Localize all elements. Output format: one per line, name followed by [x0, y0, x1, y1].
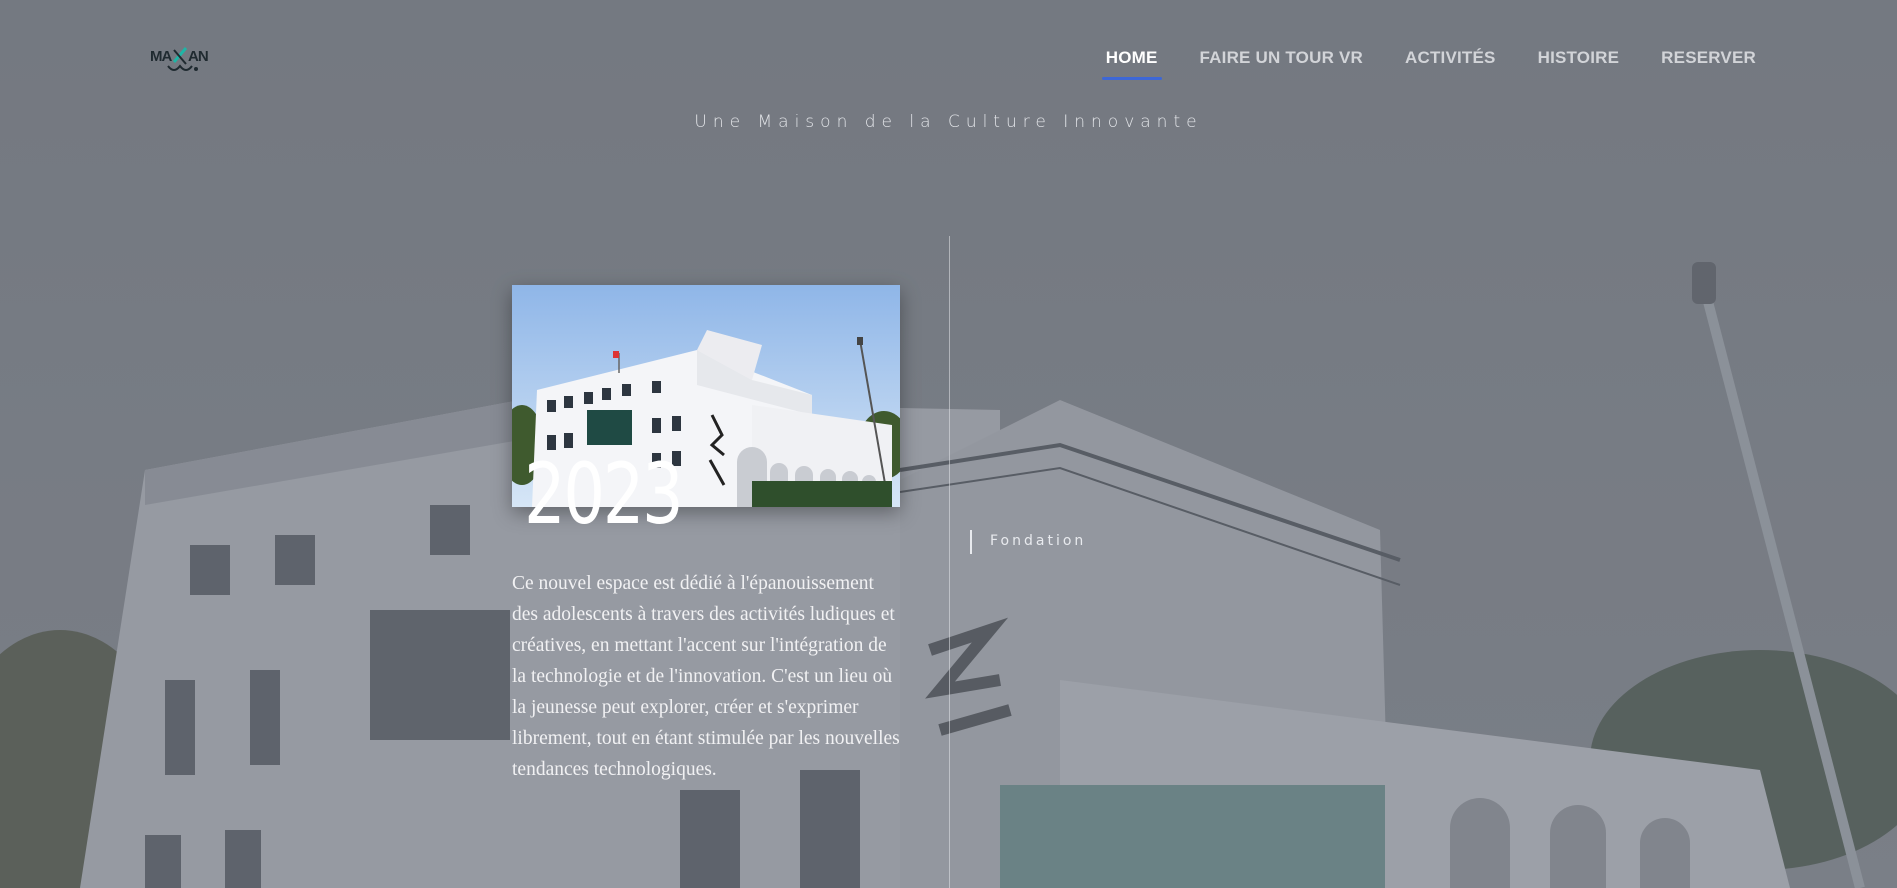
main-nav: HOME FAIRE UN TOUR VR ACTIVITÉS HISTOIRE…	[1101, 48, 1756, 80]
timeline-year: 2023	[524, 445, 684, 543]
nav-home[interactable]: HOME	[1101, 48, 1162, 80]
nav-history[interactable]: HISTOIRE	[1538, 48, 1620, 80]
svg-text:AN: AN	[188, 48, 208, 65]
nav-reserve[interactable]: RESERVER	[1661, 48, 1756, 80]
timeline-line	[949, 236, 950, 888]
timeline-description: Ce nouvel espace est dédié à l'épanouiss…	[512, 573, 900, 780]
nav-vr-tour[interactable]: FAIRE UN TOUR VR	[1200, 48, 1363, 80]
nav-activities[interactable]: ACTIVITÉS	[1405, 48, 1496, 80]
makan-logo[interactable]: MA AN	[150, 44, 214, 76]
timeline-milestone: Fondation	[990, 533, 1087, 549]
svg-text:MA: MA	[150, 48, 172, 65]
tagline: Une Maison de la Culture Innovante	[694, 112, 1203, 132]
milestone-marker	[970, 530, 972, 554]
